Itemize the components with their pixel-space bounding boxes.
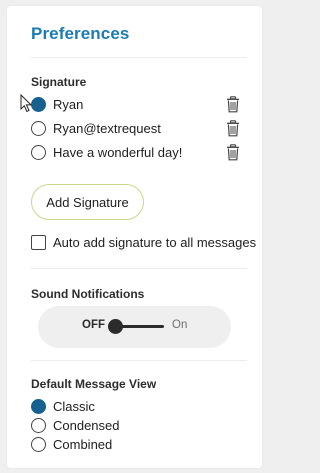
toggle-track[interactable] (116, 325, 164, 328)
divider (31, 57, 247, 58)
view-option-label: Classic (53, 398, 95, 414)
sound-notifications-label: Sound Notifications (31, 287, 145, 301)
signature-section-label: Signature (31, 75, 87, 89)
auto-add-signature-checkbox-row[interactable]: Auto add signature to all messages (31, 232, 256, 252)
divider (31, 360, 247, 361)
view-option-condensed[interactable]: Condensed (31, 415, 247, 435)
radio-unselected[interactable] (31, 144, 46, 160)
divider (31, 268, 247, 269)
radio-unselected[interactable] (31, 120, 46, 136)
toggle-on-label: On (172, 319, 188, 331)
toggle-off-label: OFF (82, 319, 105, 331)
signature-option-ryan[interactable]: Ryan (31, 94, 247, 114)
preferences-panel: Preferences Signature Ryan Ryan@textrequ… (7, 6, 262, 468)
signature-option-label: Have a wonderful day! (53, 144, 183, 160)
trash-icon[interactable] (226, 120, 240, 137)
radio-selected[interactable] (31, 96, 46, 112)
trash-icon[interactable] (226, 144, 240, 161)
sound-notifications-toggle[interactable]: OFF On (38, 306, 231, 348)
mouse-pointer-icon (20, 93, 33, 113)
trash-icon[interactable] (226, 96, 240, 113)
signature-option-label: Ryan@textrequest (53, 120, 161, 136)
signature-option-label: Ryan (53, 96, 84, 112)
radio-unselected[interactable] (31, 417, 46, 433)
signature-option-ryan-textrequest[interactable]: Ryan@textrequest (31, 118, 247, 138)
page-title: Preferences (31, 24, 130, 43)
add-signature-button[interactable]: Add Signature (31, 184, 144, 220)
radio-selected[interactable] (31, 398, 46, 414)
radio-unselected[interactable] (31, 436, 46, 452)
toggle-knob[interactable] (108, 319, 123, 334)
default-message-view-label: Default Message View (31, 377, 157, 391)
signature-option-have-a-wonderful-day[interactable]: Have a wonderful day! (31, 142, 247, 162)
view-option-label: Condensed (53, 417, 120, 433)
view-option-combined[interactable]: Combined (31, 434, 247, 454)
view-option-classic[interactable]: Classic (31, 396, 247, 416)
auto-add-signature-label: Auto add signature to all messages (53, 234, 257, 250)
auto-add-signature-checkbox[interactable] (31, 234, 46, 250)
view-option-label: Combined (53, 436, 113, 452)
